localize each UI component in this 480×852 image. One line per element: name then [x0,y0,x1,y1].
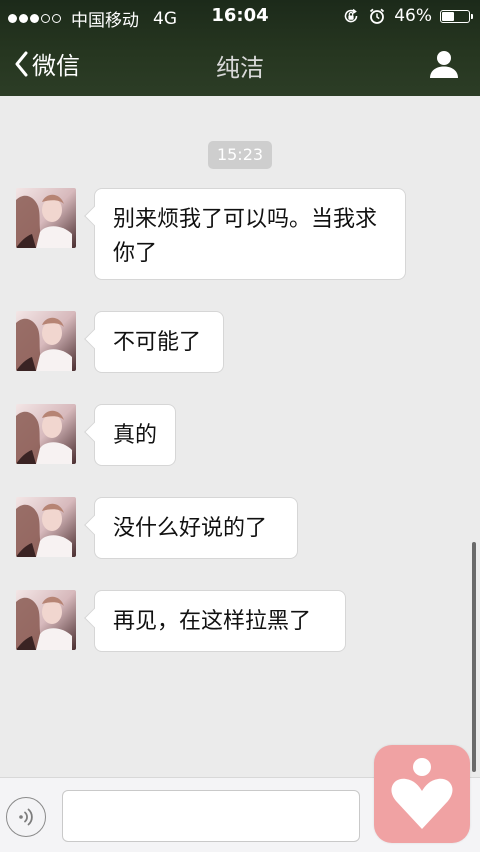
contact-avatar[interactable] [16,311,76,371]
contact-avatar[interactable] [16,188,76,248]
back-button[interactable]: 微信 [14,46,80,81]
contact-avatar[interactable] [16,590,76,650]
message-row: 真的 [16,404,176,466]
message-row: 不可能了 [16,311,224,373]
battery-percentage: 46% [394,6,432,26]
contact-avatar[interactable] [16,497,76,557]
chevron-left-icon [15,51,28,76]
profile-button[interactable] [428,48,460,80]
voice-icon [19,808,33,826]
scrollbar[interactable] [472,542,476,772]
floating-heart-button[interactable] [374,745,470,843]
message-input[interactable] [62,790,360,842]
message-bubble[interactable]: 不可能了 [94,311,224,373]
chat-timestamp: 15:23 [208,141,272,169]
nav-bar: 微信 纯洁 [0,32,480,96]
person-icon [430,51,458,78]
message-bubble[interactable]: 真的 [94,404,176,466]
battery-level [442,11,454,21]
message-row: 再见，在这样拉黑了 [16,590,346,652]
rotation-lock-icon [344,8,358,23]
message-row: 没什么好说的了 [16,497,298,559]
status-bar: 中国移动 4G 16:04 46% [0,0,480,32]
message-bubble[interactable]: 别来烦我了可以吗。当我求你了 [94,188,406,280]
heart-icon [391,758,453,829]
message-bubble[interactable]: 再见，在这样拉黑了 [94,590,346,652]
message-row: 别来烦我了可以吗。当我求你了 [16,188,406,280]
battery-icon [440,9,473,23]
alarm-icon [370,8,385,24]
status-right: 46% [342,6,473,26]
back-label: 微信 [32,52,80,80]
top-bar: 中国移动 4G 16:04 46% 微信 纯洁 [0,0,480,96]
voice-button[interactable] [6,797,46,837]
message-bubble[interactable]: 没什么好说的了 [94,497,298,559]
contact-avatar[interactable] [16,404,76,464]
